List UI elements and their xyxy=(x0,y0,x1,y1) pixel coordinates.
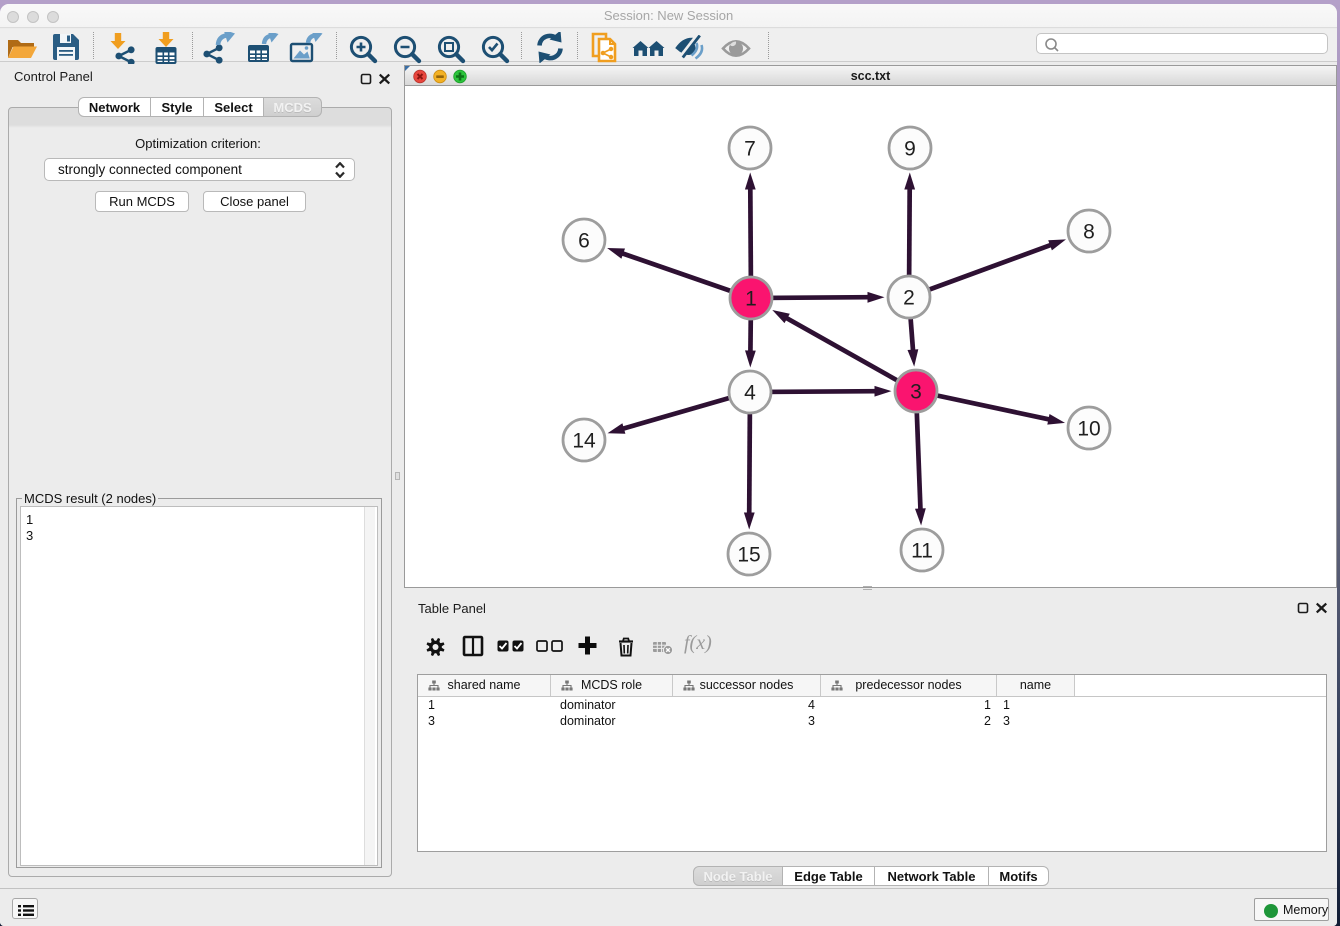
svg-text:11: 11 xyxy=(911,540,933,563)
svg-text:15: 15 xyxy=(737,544,760,567)
svg-text:1: 1 xyxy=(745,288,757,311)
svg-text:4: 4 xyxy=(744,382,756,405)
svg-text:14: 14 xyxy=(572,430,596,453)
svg-text:9: 9 xyxy=(904,138,916,161)
svg-text:8: 8 xyxy=(1083,221,1095,244)
svg-text:6: 6 xyxy=(578,230,590,253)
svg-text:10: 10 xyxy=(1077,418,1100,441)
svg-text:7: 7 xyxy=(744,138,756,161)
svg-text:3: 3 xyxy=(910,381,922,404)
svg-text:2: 2 xyxy=(903,287,915,310)
